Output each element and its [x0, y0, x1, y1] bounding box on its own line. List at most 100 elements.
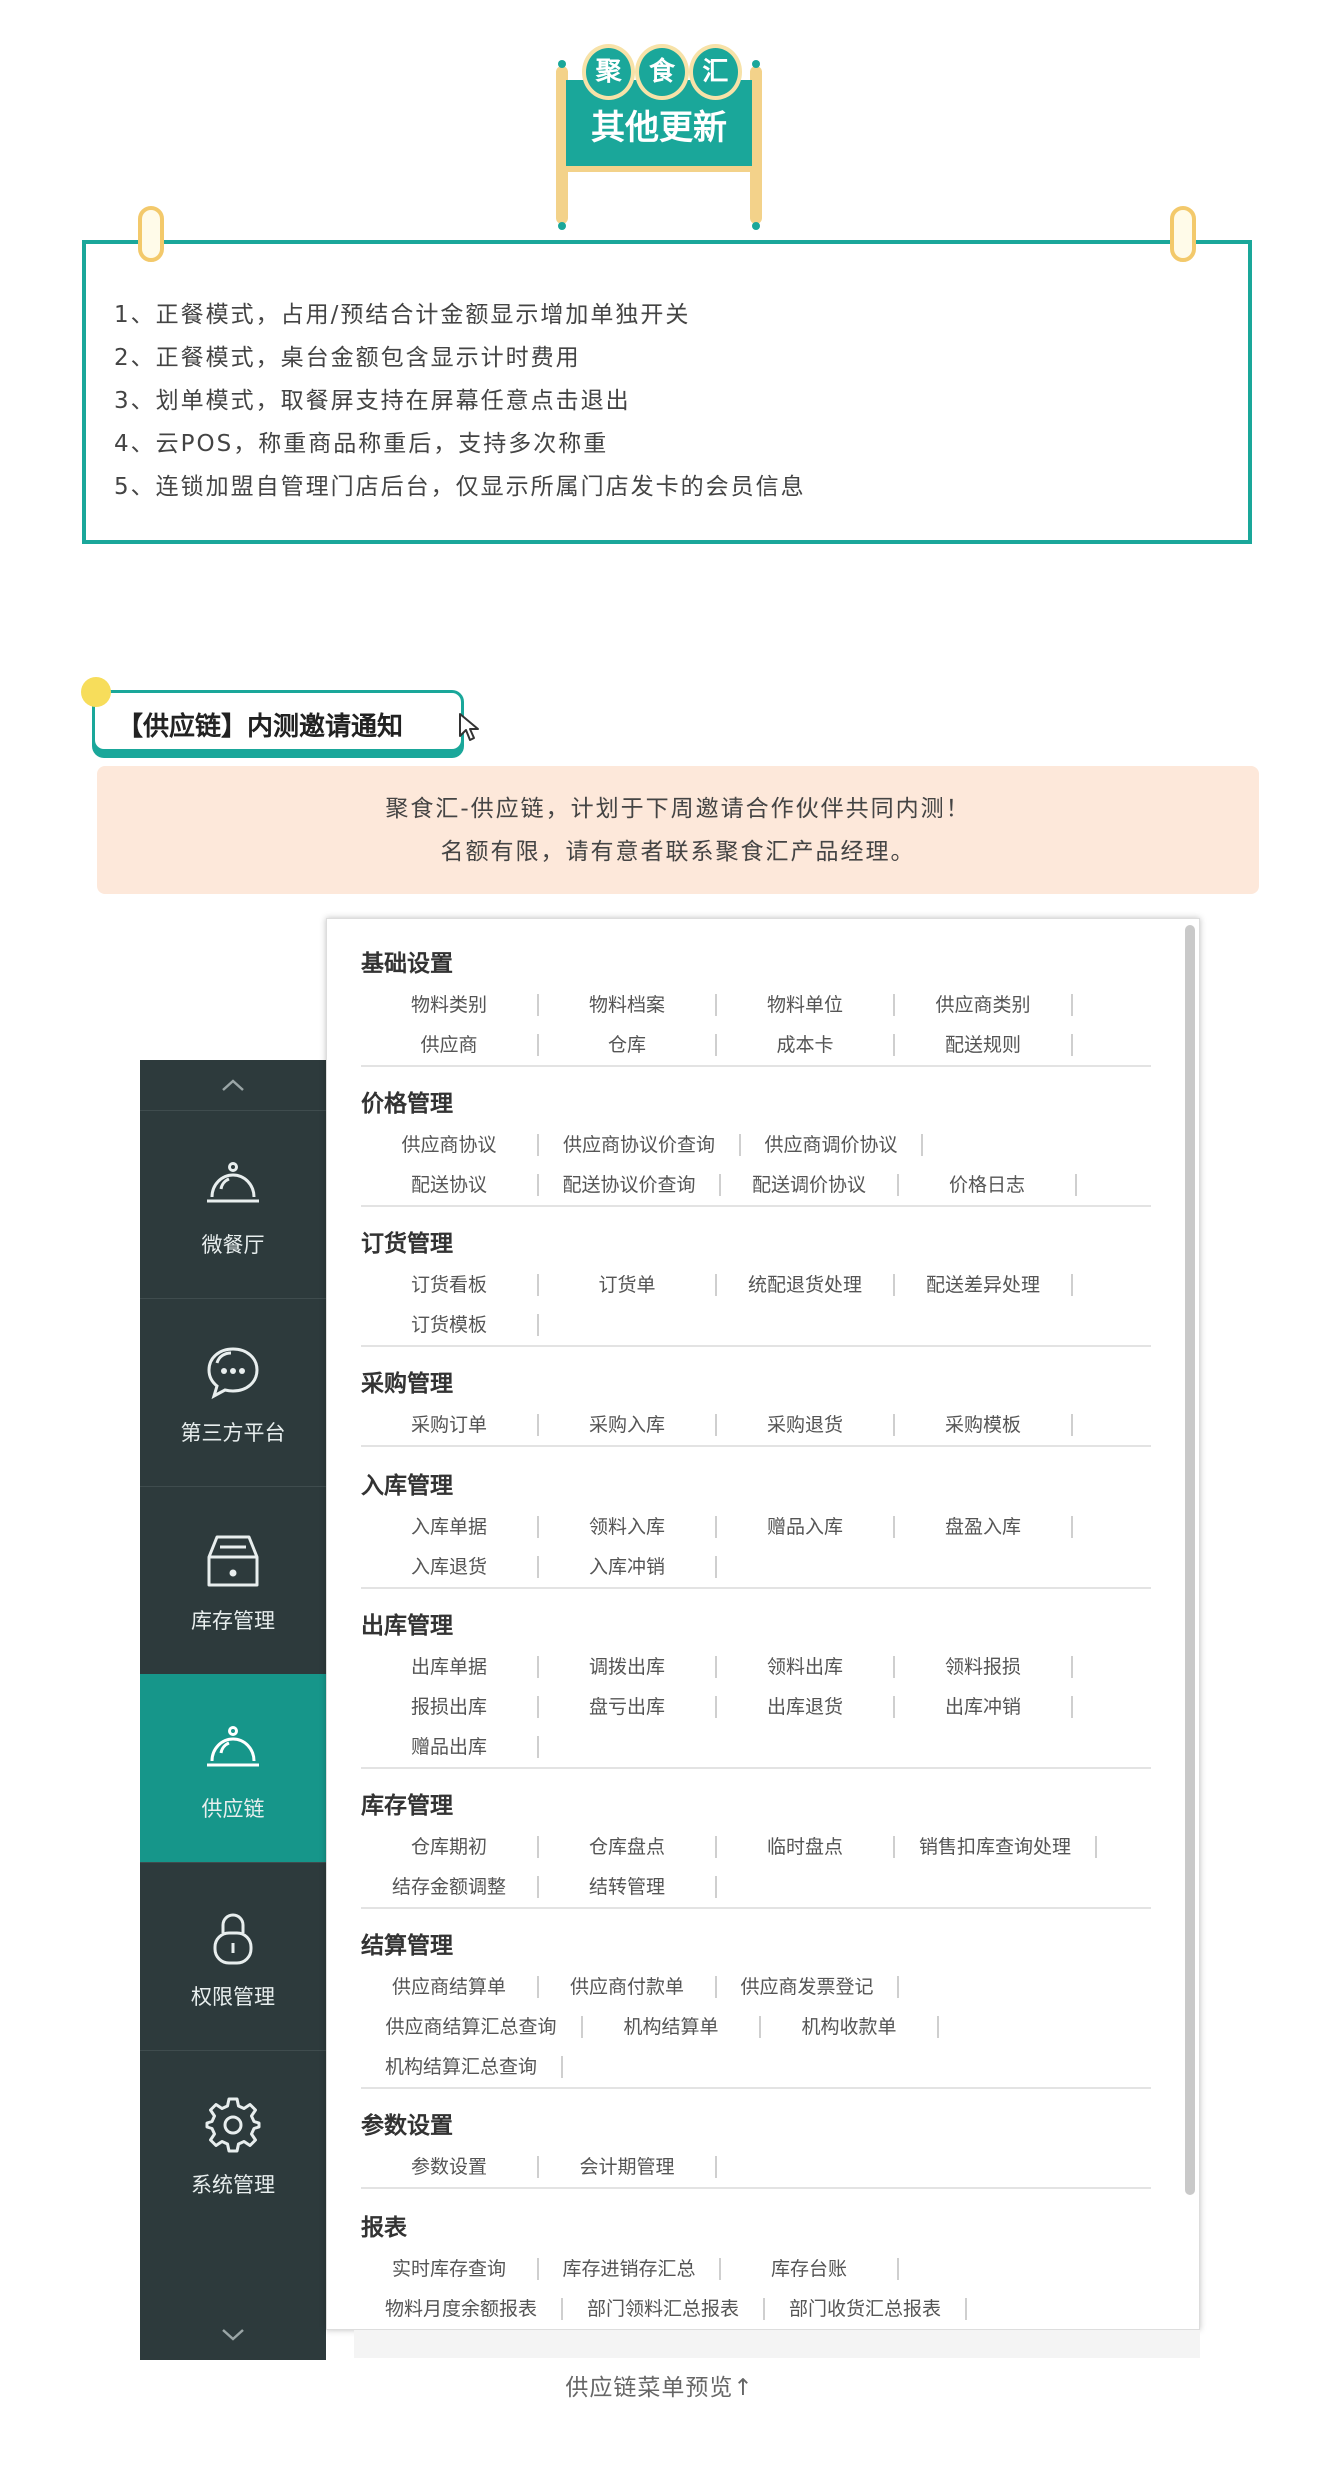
lock-icon: [213, 1913, 253, 1965]
menu-item[interactable]: 统配退货处理: [717, 1274, 895, 1296]
menu-row: 入库退货 入库冲销: [361, 1547, 1151, 1587]
menu-item[interactable]: 采购入库: [539, 1414, 717, 1436]
menu-row: 供应商结算单 供应商付款单 供应商发票登记: [361, 1967, 1151, 2007]
sidebar-item-wechat-restaurant[interactable]: 微餐厅: [140, 1110, 326, 1298]
menu-item[interactable]: 会计期管理: [539, 2156, 717, 2178]
menu-item[interactable]: 采购模板: [895, 1414, 1073, 1436]
header-badge: 聚 食 汇 其他更新: [556, 44, 762, 230]
menu-item[interactable]: 领料报损: [895, 1656, 1073, 1678]
menu-item[interactable]: 领料入库: [539, 1516, 717, 1538]
menu-item[interactable]: 供应商: [361, 1034, 539, 1056]
menu-item[interactable]: 出库单据: [361, 1656, 539, 1678]
sidebar: 微餐厅 第三方平台 库存管理 供应链 权限管理 系统管理: [140, 1060, 326, 2360]
sidebar-item-inventory[interactable]: 库存管理: [140, 1486, 326, 1674]
menu-item[interactable]: 供应商协议: [361, 1134, 539, 1156]
sidebar-item-third-party[interactable]: 第三方平台: [140, 1298, 326, 1486]
menu-section-title: 参数设置: [361, 2113, 453, 2139]
menu-item[interactable]: 赠品出库: [361, 1736, 539, 1758]
menu-row: 订货看板 订货单 统配退货处理 配送差异处理: [361, 1265, 1151, 1305]
menu-item[interactable]: 供应商付款单: [539, 1976, 717, 1998]
menu-item[interactable]: 领料出库: [717, 1656, 895, 1678]
menu-item[interactable]: 结存金额调整: [361, 1876, 539, 1898]
menu-item[interactable]: 调拨出库: [539, 1656, 717, 1678]
menu-item[interactable]: 价格日志: [899, 1174, 1077, 1196]
menu-item[interactable]: 仓库盘点: [539, 1836, 717, 1858]
menu-row: 报损出库 盘亏出库 出库退货 出库冲销: [361, 1687, 1151, 1727]
update-box: 1、正餐模式，占用/预结合计金额显示增加单独开关 2、正餐模式，桌台金额包含显示…: [82, 206, 1252, 544]
menu-item[interactable]: 订货模板: [361, 1314, 539, 1336]
menu-item[interactable]: 销售扣库查询处理: [895, 1836, 1097, 1858]
update-item: 3、划单模式，取餐屏支持在屏幕任意点击退出: [114, 388, 631, 414]
menu-item[interactable]: 库存进销存汇总: [539, 2258, 721, 2280]
menu-item[interactable]: 物料类别: [361, 994, 539, 1016]
menu-item[interactable]: 订货单: [539, 1274, 717, 1296]
chevron-down-icon[interactable]: [140, 2310, 326, 2360]
menu-item[interactable]: 部门领料汇总报表: [563, 2298, 765, 2320]
menu-item[interactable]: 实时库存查询: [361, 2258, 539, 2280]
menu-item[interactable]: 入库冲销: [539, 1556, 717, 1578]
menu-item[interactable]: 报损出库: [361, 1696, 539, 1718]
menu-item[interactable]: 出库冲销: [895, 1696, 1073, 1718]
menu-item[interactable]: 配送规则: [895, 1034, 1073, 1056]
sidebar-item-permissions[interactable]: 权限管理: [140, 1862, 326, 2050]
menu-item[interactable]: 供应商结算汇总查询: [361, 2016, 583, 2038]
menu-item[interactable]: 机构结算汇总查询: [361, 2056, 563, 2078]
panel-bottom-strip: [354, 2330, 1200, 2358]
menu-item[interactable]: 部门收货汇总报表: [765, 2298, 967, 2320]
menu-item[interactable]: 采购订单: [361, 1414, 539, 1436]
menu-item[interactable]: 赠品入库: [717, 1516, 895, 1538]
menu-item[interactable]: 出库退货: [717, 1696, 895, 1718]
menu-item[interactable]: 成本卡: [717, 1034, 895, 1056]
menu-section-title: 订货管理: [361, 1231, 453, 1257]
menu-item[interactable]: 盘盈入库: [895, 1516, 1073, 1538]
menu-item[interactable]: 供应商调价协议: [741, 1134, 923, 1156]
menu-item[interactable]: 供应商类别: [895, 994, 1073, 1016]
cloche-icon: [207, 1162, 259, 1203]
cloche-icon: [207, 1726, 259, 1767]
menu-row: 配送协议 配送协议价查询 配送调价协议 价格日志: [361, 1165, 1151, 1205]
menu-item[interactable]: 机构结算单: [583, 2016, 761, 2038]
update-item: 1、正餐模式，占用/预结合计金额显示增加单独开关: [114, 302, 691, 328]
sidebar-item-system[interactable]: 系统管理: [140, 2050, 326, 2238]
menu-row: 订货模板: [361, 1305, 1151, 1345]
cursor-icon: [459, 713, 479, 741]
menu-item[interactable]: 采购退货: [717, 1414, 895, 1436]
menu-item[interactable]: 参数设置: [361, 2156, 539, 2178]
menu-section-title: 结算管理: [361, 1933, 453, 1959]
chevron-up-icon[interactable]: [140, 1060, 326, 1110]
menu-item[interactable]: 物料月度余额报表: [361, 2298, 563, 2320]
sidebar-item-label: 微餐厅: [201, 1233, 265, 1257]
menu-item[interactable]: 配送调价协议: [721, 1174, 899, 1196]
menu-item[interactable]: 配送差异处理: [895, 1274, 1073, 1296]
menu-item[interactable]: 临时盘点: [717, 1836, 895, 1858]
menu-item[interactable]: 供应商协议价查询: [539, 1134, 741, 1156]
menu-item[interactable]: 入库单据: [361, 1516, 539, 1538]
menu-item[interactable]: 配送协议价查询: [539, 1174, 721, 1196]
menu-item[interactable]: 供应商发票登记: [717, 1976, 899, 1998]
menu-item[interactable]: 仓库: [539, 1034, 717, 1056]
menu-item[interactable]: 盘亏出库: [539, 1696, 717, 1718]
menu-row: 物料类别 物料档案 物料单位 供应商类别: [361, 985, 1151, 1025]
update-item: 2、正餐模式，桌台金额包含显示计时费用: [114, 345, 581, 371]
menu-section: 基础设置 物料类别 物料档案 物料单位 供应商类别 供应商 仓库 成本卡 配送规则: [361, 947, 1151, 1067]
update-list: 1、正餐模式，占用/预结合计金额显示增加单独开关 2、正餐模式，桌台金额包含显示…: [114, 294, 806, 509]
menu-item[interactable]: 仓库期初: [361, 1836, 539, 1858]
menu-row: 入库单据 领料入库 赠品入库 盘盈入库: [361, 1507, 1151, 1547]
brand-char: 聚: [582, 44, 636, 100]
menu-item[interactable]: 配送协议: [361, 1174, 539, 1196]
menu-item[interactable]: 结转管理: [539, 1876, 717, 1898]
sidebar-item-supply-chain[interactable]: 供应链: [140, 1674, 326, 1862]
update-item: 4、云POS，称重商品称重后，支持多次称重: [114, 431, 609, 457]
menu-item[interactable]: 机构收款单: [761, 2016, 939, 2038]
menu-item[interactable]: 订货看板: [361, 1274, 539, 1296]
menu-row: 出库单据 调拨出库 领料出库 领料报损: [361, 1647, 1151, 1687]
menu-item[interactable]: 物料单位: [717, 994, 895, 1016]
menu-item[interactable]: 入库退货: [361, 1556, 539, 1578]
menu-item[interactable]: 物料档案: [539, 994, 717, 1016]
menu-item[interactable]: 库存台账: [721, 2258, 899, 2280]
sidebar-item-label: 权限管理: [191, 1985, 275, 2009]
pin-right: [1170, 206, 1196, 262]
invite-notice: 聚食汇-供应链，计划于下周邀请合作伙伴共同内测！ 名额有限，请有意者联系聚食汇产…: [97, 766, 1259, 894]
scrollbar[interactable]: [1185, 925, 1195, 2195]
menu-item[interactable]: 供应商结算单: [361, 1976, 539, 1998]
